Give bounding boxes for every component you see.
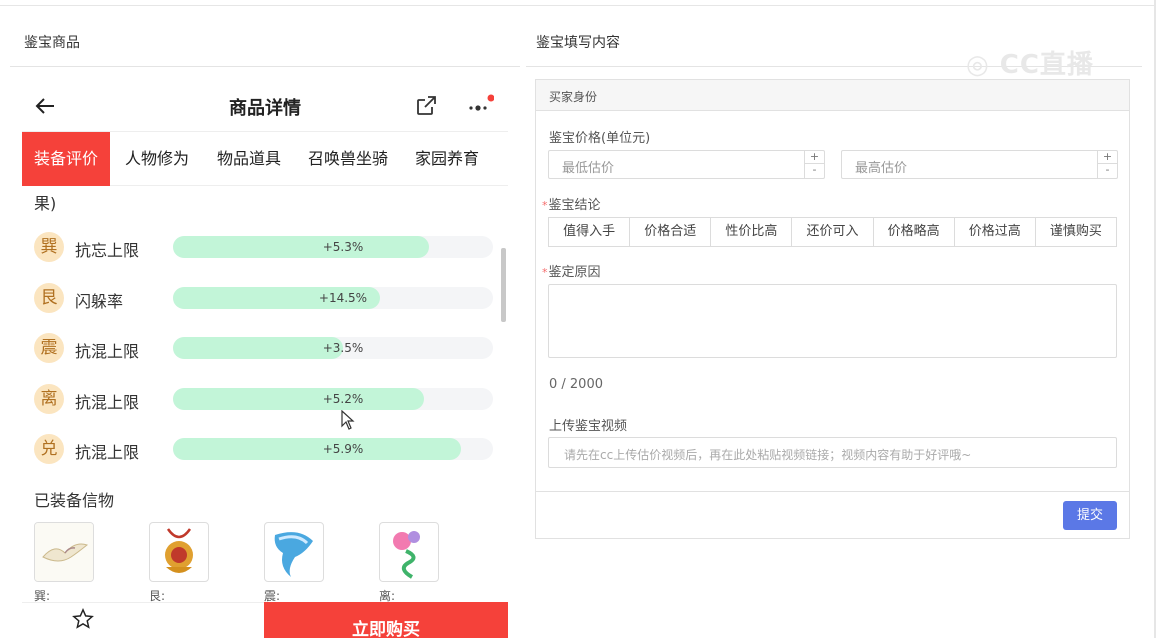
stat-bar: +5.2% [173,388,493,410]
stat-badge: 巽 [34,232,64,262]
item-crane[interactable] [34,522,94,582]
conclusion-options: 值得入手 价格合适 性价比高 还价可入 价格略高 价格过高 谨慎购买 [548,217,1117,247]
char-counter: 0 / 2000 [549,377,603,392]
star-icon[interactable] [72,608,94,630]
lion-ornament-icon [165,528,193,573]
stat-bar: +5.3% [173,236,493,258]
item-ornament[interactable] [149,522,209,582]
stepper[interactable]: + - [1097,151,1117,178]
stat-value: +14.5% [318,291,368,305]
reason-label: *鉴定原因 [542,261,601,280]
conclusion-label-text: 鉴宝结论 [548,198,601,213]
tab-character[interactable]: 人物修为 [125,132,189,186]
equipped-label: 已装备信物 [34,491,115,510]
conclusion-option[interactable]: 价格合适 [630,218,712,246]
appraisal-form: 买家身份 鉴宝价格(单位元) 最低估价 + - 最高估价 + - *鉴宝结论 值得入… [535,79,1130,539]
required-mark: * [542,199,548,212]
form-section-header: 买家身份 [536,80,1129,111]
product-preview: 商品详情 装备评价 人物修为 物品道具 召唤兽坐骑 家园养育 果) 巽抗忘上限 +… [22,80,508,638]
tab-bar: 装备评价 人物修为 物品道具 召唤兽坐骑 家园养育 [22,132,508,186]
tab-equipment[interactable]: 装备评价 [22,132,111,186]
stat-badge: 震 [34,333,64,363]
stat-badge: 艮 [34,283,64,313]
max-price-input[interactable]: 最高估价 + - [841,150,1118,179]
stat-row: 离抗混上限 +5.2% [34,382,494,416]
conclusion-option[interactable]: 价格略高 [874,218,955,246]
item-conch[interactable] [264,522,324,582]
buy-now-button[interactable]: 立即购买 [264,602,508,638]
more-icon[interactable] [466,94,494,118]
stat-name: 抗混上限 [75,342,140,361]
stat-bar: +5.9% [173,438,493,460]
stat-badge: 兑 [34,434,64,464]
stat-bar: +3.5% [173,337,493,359]
conclusion-option[interactable]: 谨慎购买 [1036,218,1116,246]
stepper[interactable]: + - [804,151,824,178]
placeholder: 最高估价 [855,161,908,176]
fragment-text: 果) [34,194,57,213]
divider [10,66,520,67]
stat-name: 抗忘上限 [75,241,140,260]
conclusion-option[interactable]: 价格过高 [955,218,1036,246]
conch-icon [274,532,313,577]
min-price-input[interactable]: 最低估价 + - [548,150,825,179]
stat-bar: +14.5% [173,287,493,309]
conclusion-option[interactable]: 性价比高 [711,218,793,246]
stat-name: 抗混上限 [75,443,140,462]
stat-value: +5.9% [322,442,364,456]
submit-button[interactable]: 提交 [1063,501,1117,530]
price-label: 鉴宝价格(单位元) [549,131,651,146]
left-panel-title: 鉴宝商品 [24,35,80,51]
stat-row: 艮闪躲率 +14.5% [34,281,494,315]
divider [536,491,1129,492]
top-border [0,0,1156,6]
conclusion-option[interactable]: 还价可入 [792,218,874,246]
stat-row: 巽抗忘上限 +5.3% [34,230,494,264]
stat-value: +5.2% [322,392,364,406]
share-icon[interactable] [414,94,438,118]
form-panel-title: 鉴宝填写内容 [536,35,620,51]
reason-textarea[interactable] [548,284,1117,358]
placeholder: 最低估价 [562,161,615,176]
crane-icon [35,523,93,581]
stat-name: 抗混上限 [75,393,140,412]
stat-badge: 离 [34,384,64,414]
scrollbar[interactable] [501,248,506,322]
tab-home[interactable]: 家园养育 [415,132,479,186]
item-flower[interactable] [379,522,439,582]
stat-row: 兑抗混上限 +5.9% [34,432,494,466]
stat-name: 闪躲率 [75,292,124,311]
flower-icon [393,531,420,579]
tab-items[interactable]: 物品道具 [217,132,281,186]
stat-row: 震抗混上限 +3.5% [34,331,494,365]
placeholder: 请先在cc上传估价视频后，再在此处粘贴视频链接；视频内容有助于好评哦~ [564,448,972,462]
decrement-button[interactable]: - [1098,164,1117,177]
tab-pets[interactable]: 召唤兽坐骑 [308,132,388,186]
stat-value: +5.3% [322,240,364,254]
nav-bar: 商品详情 [22,80,508,132]
section-title: 买家身份 [549,90,598,104]
video-label: 上传鉴宝视频 [549,419,628,434]
reason-label-text: 鉴定原因 [548,265,601,280]
stat-value: +3.5% [322,341,364,355]
cc-logo-watermark: ◎ CC直播 [966,50,1094,80]
required-mark: * [542,266,548,279]
video-link-input[interactable]: 请先在cc上传估价视频后，再在此处粘贴视频链接；视频内容有助于好评哦~ [548,437,1117,468]
conclusion-option[interactable]: 值得入手 [549,218,631,246]
conclusion-label: *鉴宝结论 [542,194,601,213]
mouse-cursor-icon [341,410,355,430]
decrement-button[interactable]: - [805,164,824,177]
